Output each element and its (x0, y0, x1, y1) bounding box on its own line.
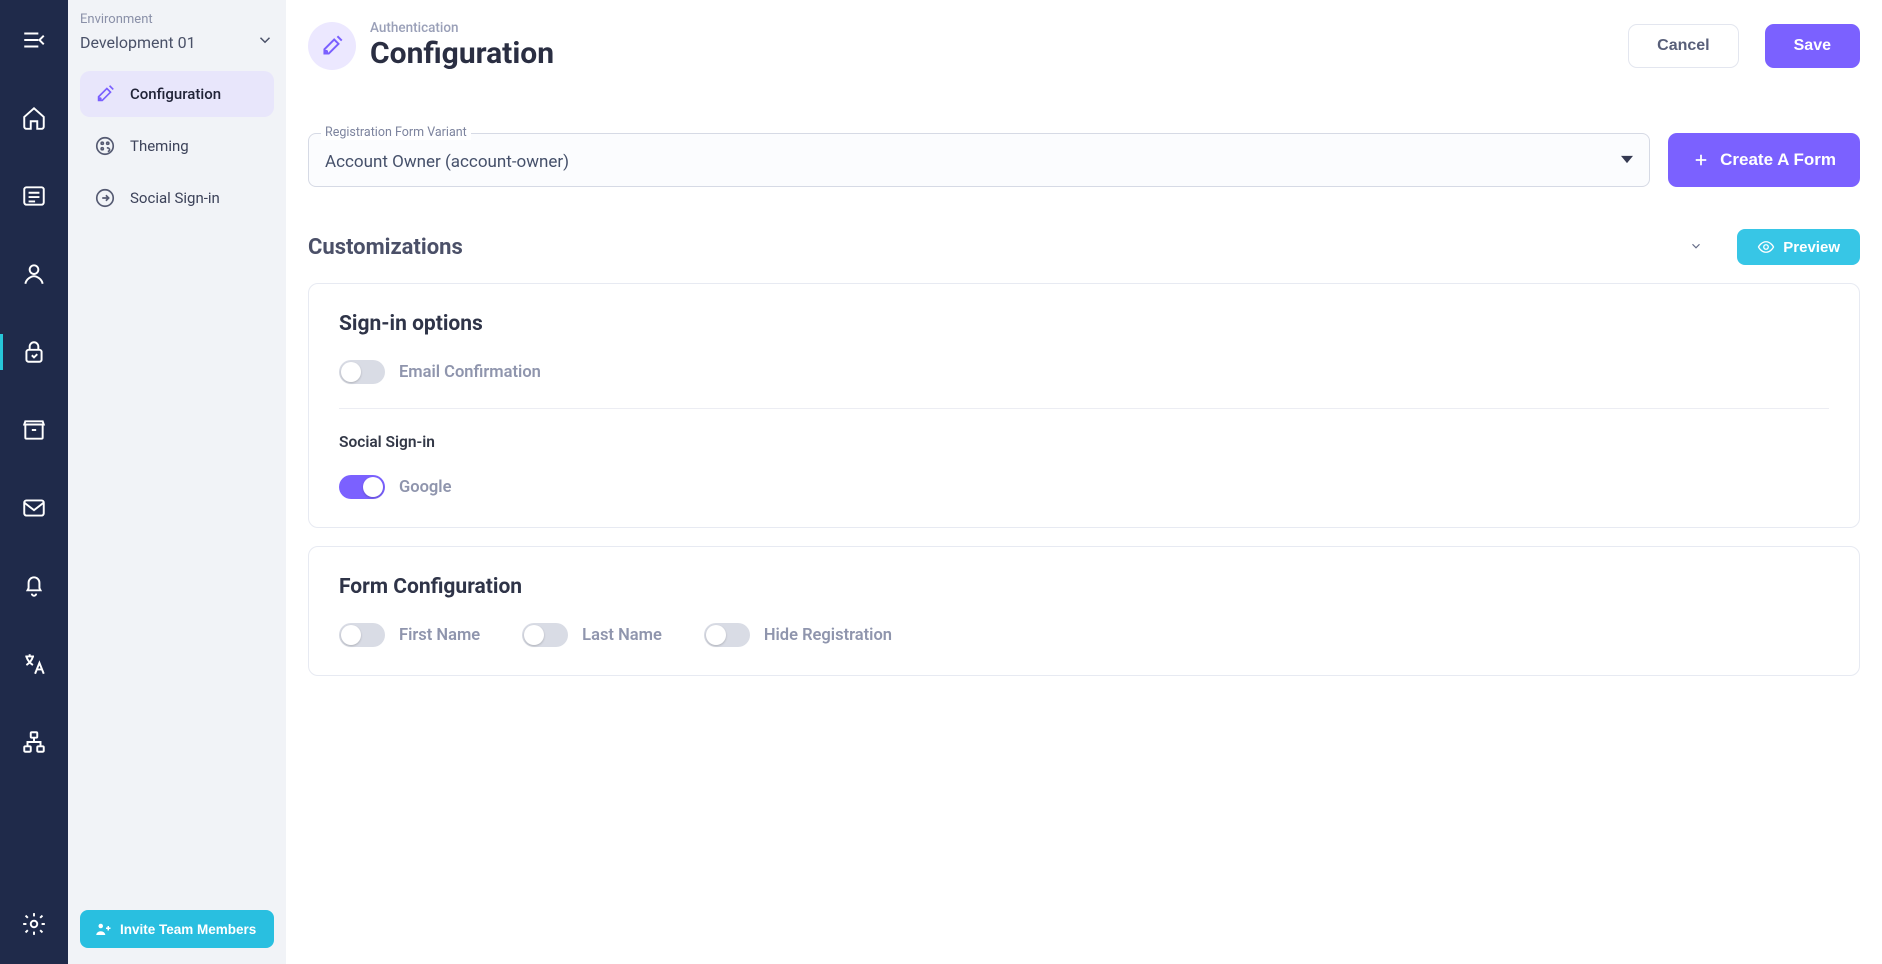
subnav-social-signin[interactable]: Social Sign-in (80, 175, 274, 221)
signin-options-title: Sign-in options (339, 312, 1829, 336)
subnav-item-label: Configuration (130, 85, 221, 103)
collapse-chevron-icon[interactable] (1689, 238, 1703, 257)
divider (339, 408, 1829, 409)
preview-label: Preview (1783, 239, 1840, 256)
page-title: Configuration (370, 36, 554, 71)
environment-selector[interactable]: Development 01 (80, 31, 274, 53)
email-confirmation-label: Email Confirmation (399, 363, 541, 382)
main-content: Authentication Configuration Cancel Save… (286, 0, 1882, 964)
last-name-toggle[interactable] (522, 623, 568, 647)
social-signin-subtitle: Social Sign-in (339, 433, 1829, 451)
hide-registration-label: Hide Registration (764, 626, 892, 645)
first-name-toggle[interactable] (339, 623, 385, 647)
preview-button[interactable]: Preview (1737, 229, 1860, 265)
nav-archive-icon[interactable] (0, 408, 68, 452)
nav-settings-icon[interactable] (0, 902, 68, 946)
last-name-label: Last Name (582, 626, 662, 645)
chevron-down-icon (256, 31, 274, 53)
create-form-button[interactable]: Create A Form (1668, 133, 1860, 187)
nav-mail-icon[interactable] (0, 486, 68, 530)
save-button[interactable]: Save (1765, 24, 1860, 68)
customizations-title: Customizations (308, 235, 1689, 260)
left-rail (0, 0, 68, 964)
email-confirmation-toggle[interactable] (339, 360, 385, 384)
select-value: Account Owner (account-owner) (325, 152, 1633, 172)
registration-variant-select[interactable]: Registration Form Variant Account Owner … (308, 133, 1650, 187)
first-name-label: First Name (399, 626, 480, 645)
nav-list-icon[interactable] (0, 174, 68, 218)
nav-user-icon[interactable] (0, 252, 68, 296)
sub-navigation: Environment Development 01 Configuration… (68, 0, 286, 964)
hide-registration-toggle[interactable] (704, 623, 750, 647)
invite-team-button[interactable]: Invite Team Members (80, 910, 274, 948)
nav-home-icon[interactable] (0, 96, 68, 140)
google-label: Google (399, 478, 451, 497)
cancel-button[interactable]: Cancel (1628, 24, 1738, 68)
wrench-icon (308, 22, 356, 70)
select-label: Registration Form Variant (321, 125, 471, 140)
signin-options-card: Sign-in options Email Confirmation Socia… (308, 283, 1860, 528)
form-configuration-card: Form Configuration First Name Last Name … (308, 546, 1860, 676)
subnav-item-label: Social Sign-in (130, 189, 220, 207)
form-configuration-title: Form Configuration (339, 575, 1829, 599)
invite-team-label: Invite Team Members (120, 922, 256, 937)
breadcrumb: Authentication (370, 20, 554, 36)
menu-collapse-icon[interactable] (0, 18, 68, 62)
create-form-label: Create A Form (1720, 150, 1836, 170)
nav-translate-icon[interactable] (0, 642, 68, 686)
environment-name: Development 01 (80, 33, 196, 52)
nav-hierarchy-icon[interactable] (0, 720, 68, 764)
subnav-configuration[interactable]: Configuration (80, 71, 274, 117)
nav-bell-icon[interactable] (0, 564, 68, 608)
subnav-theming[interactable]: Theming (80, 123, 274, 169)
google-toggle[interactable] (339, 475, 385, 499)
subnav-item-label: Theming (130, 137, 189, 155)
environment-label: Environment (80, 12, 274, 27)
caret-down-icon (1621, 151, 1633, 170)
nav-auth-icon[interactable] (0, 330, 68, 374)
